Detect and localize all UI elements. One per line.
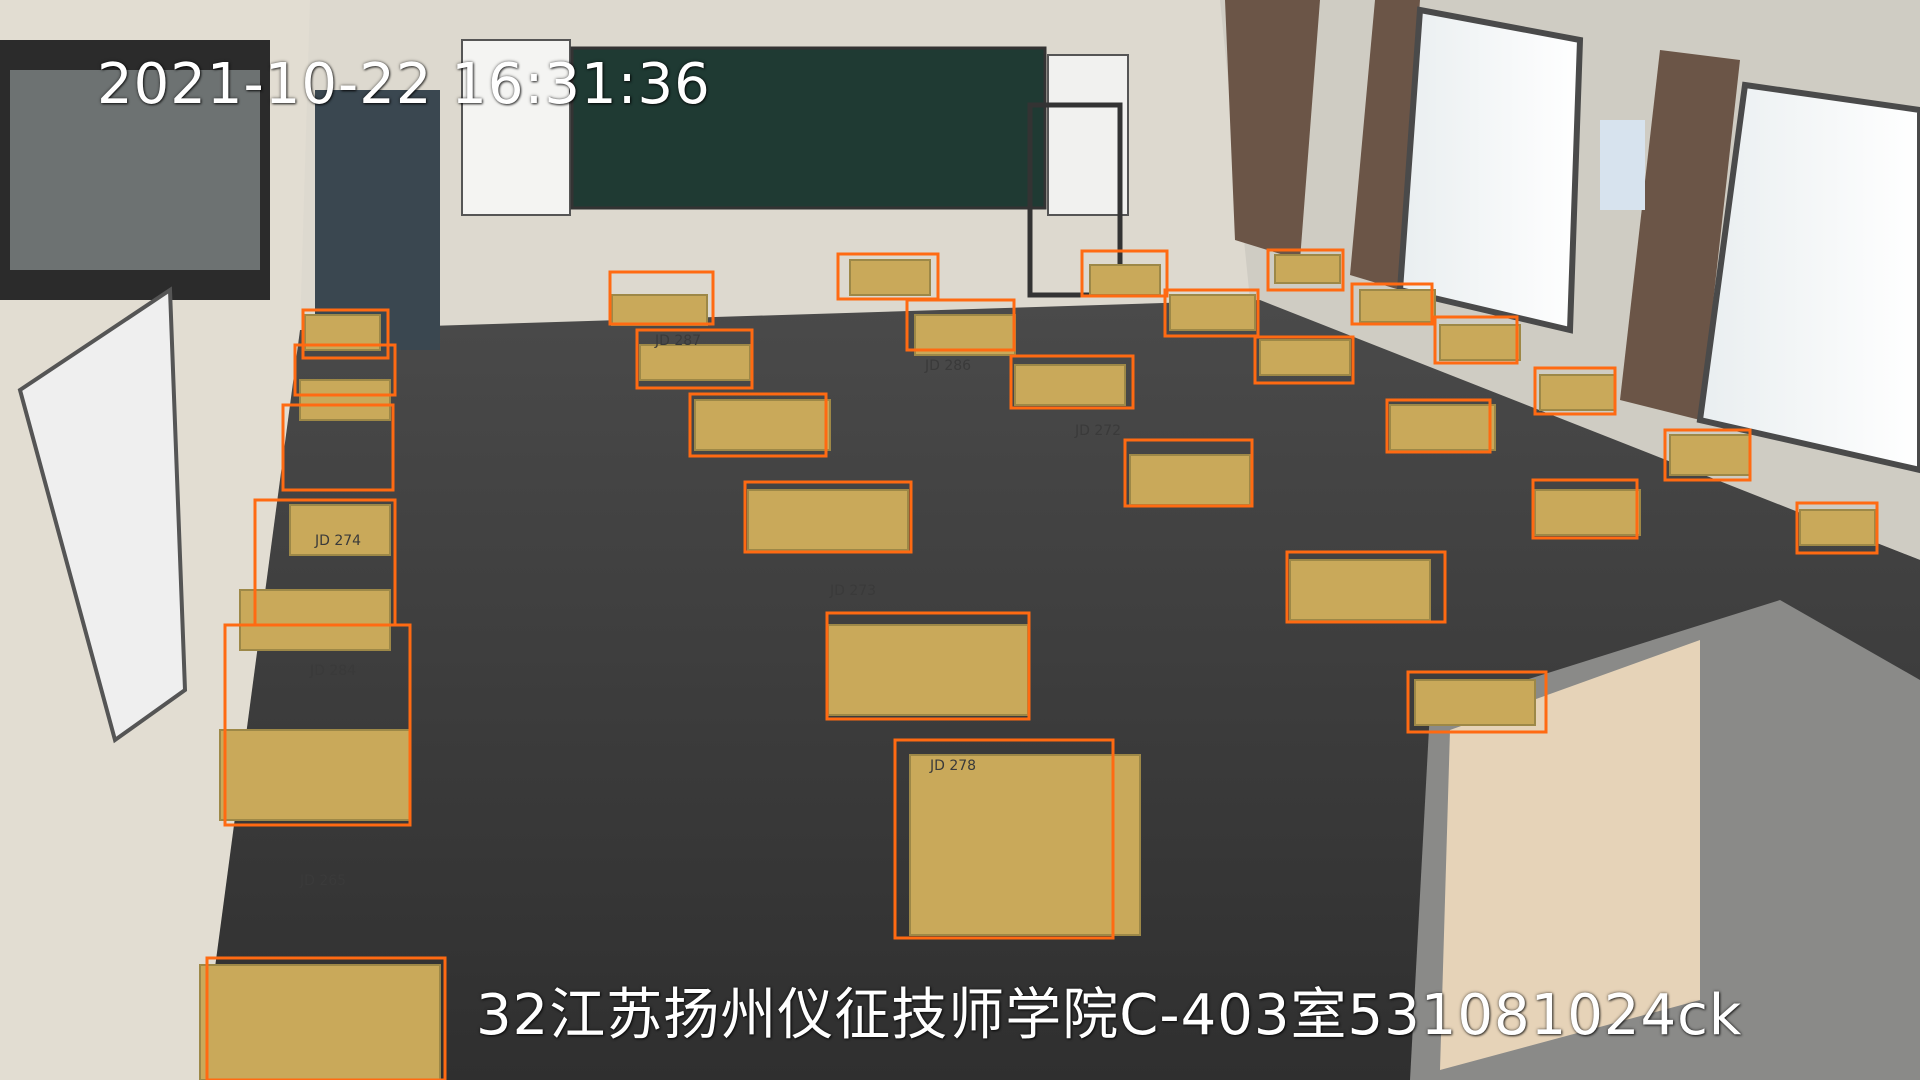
desk-code: JD 278 bbox=[929, 758, 976, 774]
desk-code: JD 272 bbox=[1074, 423, 1121, 439]
timestamp-overlay: 2021-10-22 16:31:36 bbox=[97, 52, 711, 117]
classroom-camera-frame: JD 287 JD 286 JD 272 JD 273 JD 274 JD 28… bbox=[0, 0, 1920, 1080]
camera-label-overlay: 32江苏扬州仪征技师学院C-403室531081024ck bbox=[476, 983, 1743, 1048]
desk-code: JD 274 bbox=[314, 533, 361, 549]
desk-code: JD 286 bbox=[924, 358, 971, 374]
whiteboard-right bbox=[1047, 54, 1129, 216]
desk-code: JD 287 bbox=[654, 333, 701, 349]
desk-code: JD 284 bbox=[309, 663, 356, 679]
window-1 bbox=[1396, 6, 1584, 334]
desk-code: JD 273 bbox=[829, 583, 876, 599]
desk-code: JD 265 bbox=[299, 873, 346, 889]
poster bbox=[1600, 120, 1645, 210]
